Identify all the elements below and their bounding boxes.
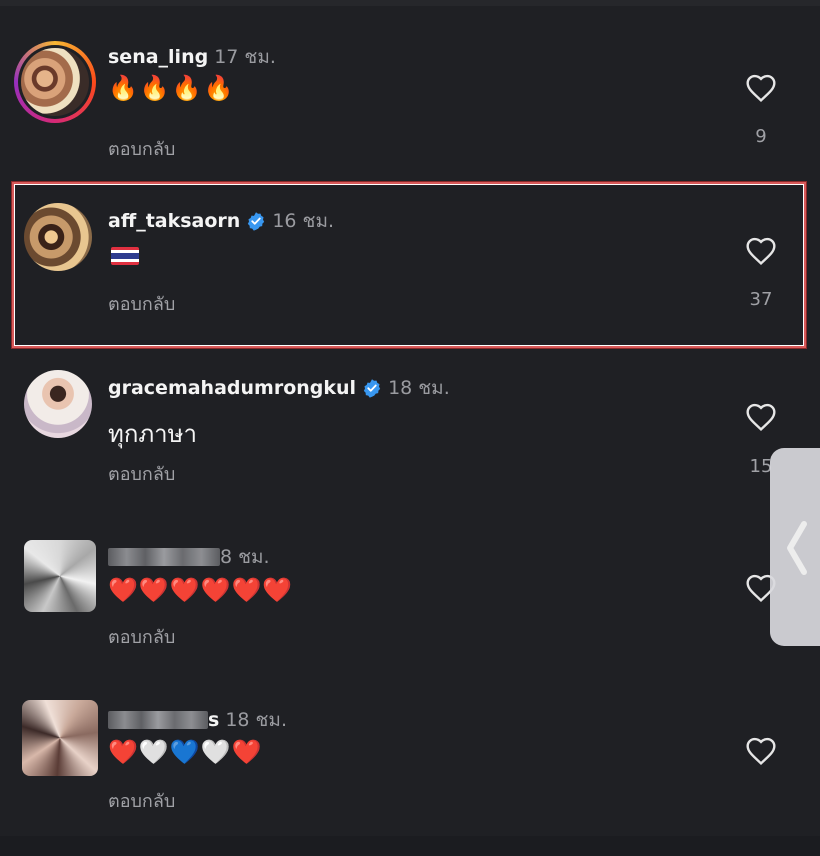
timestamp: 17 ชม. (214, 46, 276, 68)
timestamp: 18 ชม. (225, 709, 287, 731)
timestamp: 16 ชม. (272, 210, 335, 232)
comment-header: 8 ชม. (108, 542, 270, 572)
verified-badge-icon (363, 379, 381, 398)
chevron-left-icon (787, 521, 807, 575)
like-count: 9 (755, 126, 767, 147)
reply-button[interactable]: ตอบกลับ (108, 289, 175, 318)
comment-header: aff_taksaorn 16 ชม. (108, 206, 334, 236)
top-divider (0, 0, 820, 6)
heart-outline-icon[interactable] (744, 73, 778, 105)
username[interactable]: s (208, 709, 219, 731)
comment-text: ❤️❤️❤️❤️❤️❤️ (108, 576, 294, 604)
heart-outline-icon[interactable] (744, 236, 778, 268)
heart-outline-icon[interactable] (744, 402, 778, 434)
username[interactable] (108, 548, 220, 566)
reply-button[interactable]: ตอบกลับ (108, 786, 175, 815)
side-drawer-tab[interactable] (770, 448, 820, 646)
comment-text: ทุกภาษา (108, 420, 197, 448)
comment-header: sena_ling 17 ชม. (108, 42, 276, 72)
username[interactable]: gracemahadumrongkul (108, 377, 356, 399)
comment-header: s 18 ชม. (108, 705, 287, 735)
username[interactable]: sena_ling (108, 46, 208, 68)
verified-badge-icon (248, 212, 265, 231)
username[interactable]: aff_taksaorn (108, 210, 240, 232)
like-count: 37 (749, 289, 773, 310)
timestamp: 8 ชม. (220, 546, 270, 568)
reply-button[interactable]: ตอบกลับ (108, 622, 175, 651)
avatar[interactable] (24, 203, 92, 271)
avatar[interactable] (24, 540, 96, 612)
avatar[interactable] (24, 370, 92, 438)
bottom-divider (0, 836, 820, 856)
comment-header: gracemahadumrongkul 18 ชม. (108, 373, 450, 403)
heart-outline-icon[interactable] (744, 736, 778, 768)
comment-text: 🔥🔥🔥🔥 (108, 74, 236, 102)
comment-text: ❤️🤍💙🤍❤️ (108, 738, 263, 766)
reply-button[interactable]: ตอบกลับ (108, 459, 175, 488)
avatar[interactable] (22, 700, 98, 776)
reply-button[interactable]: ตอบกลับ (108, 134, 175, 163)
avatar[interactable] (14, 41, 96, 123)
timestamp: 18 ชม. (388, 377, 450, 399)
